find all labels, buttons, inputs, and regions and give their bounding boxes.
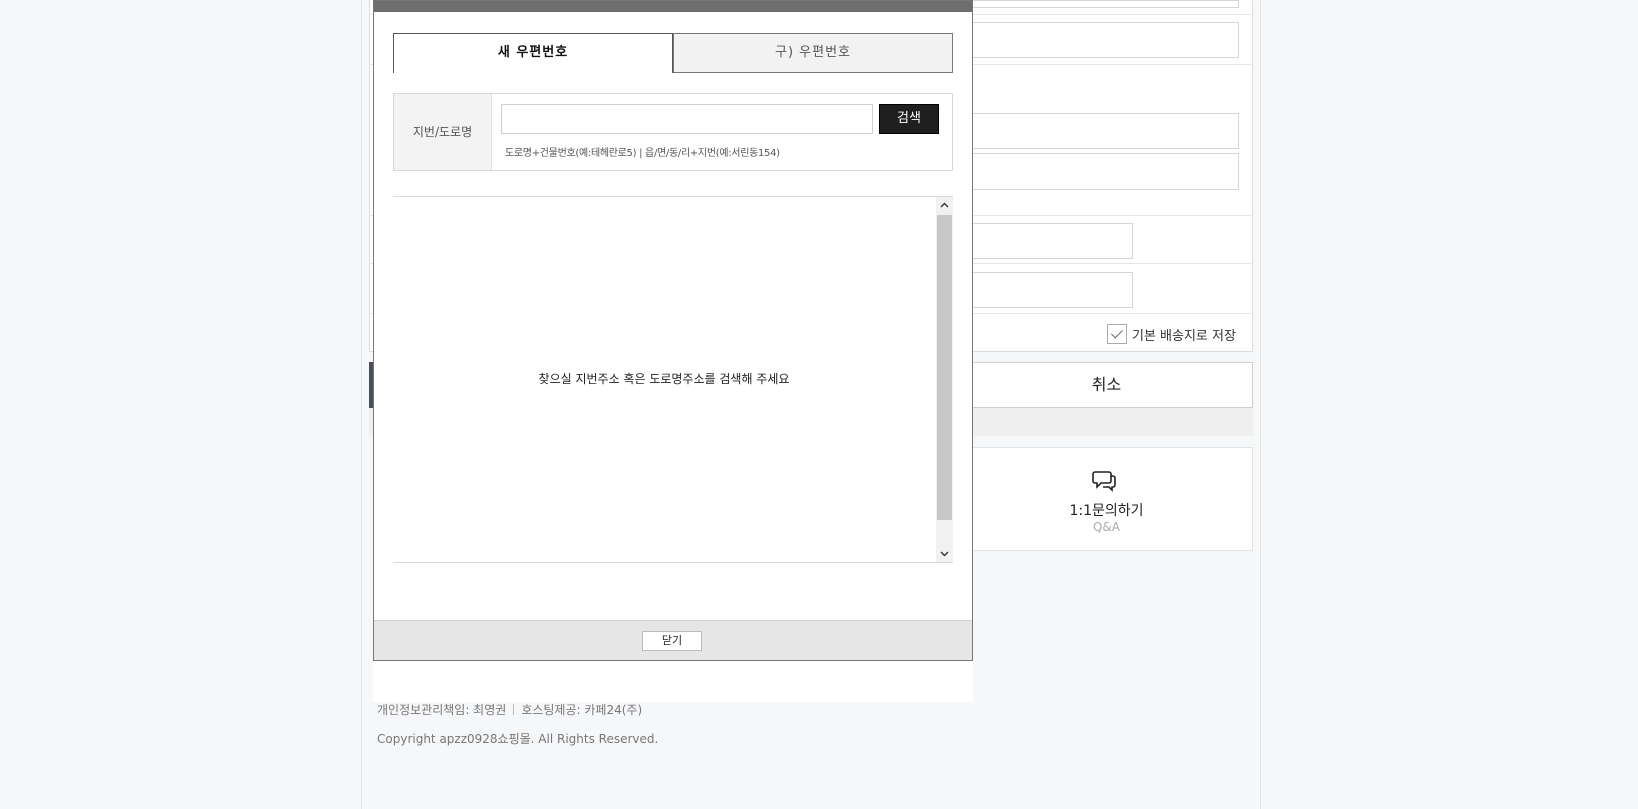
modal-title-bar bbox=[374, 1, 972, 12]
tab-new-zipcode[interactable]: 새 우편번호 bbox=[393, 33, 673, 73]
address-extra-field[interactable] bbox=[960, 153, 1239, 190]
search-button[interactable]: 검색 bbox=[879, 104, 939, 134]
chat-bubbles-icon bbox=[1092, 471, 1116, 492]
save-default-checkbox[interactable] bbox=[1107, 324, 1127, 344]
qa-link[interactable]: 1:1문의하기 Q&A bbox=[960, 447, 1253, 551]
footer-spacer bbox=[373, 660, 973, 702]
search-section: 지번/도로명 검색 도로명+건물번호(예:테헤란로5) | 읍/면/동/리+지번… bbox=[393, 93, 953, 171]
footer-separator bbox=[513, 704, 515, 715]
results-scrollbar[interactable] bbox=[936, 197, 953, 562]
search-hint: 도로명+건물번호(예:테헤란로5) | 읍/면/동/리+지번(예:서린동154) bbox=[505, 148, 780, 159]
modal-footer: 닫기 bbox=[374, 620, 972, 660]
footer-copyright: Copyright apzz0928쇼핑몰. All Rights Reserv… bbox=[377, 732, 659, 746]
zipcode-tabs: 새 우편번호 구) 우편번호 bbox=[393, 33, 953, 73]
address-field-top[interactable] bbox=[960, 0, 1239, 8]
footer-privacy: 개인정보관리책임: 최영권 bbox=[377, 703, 507, 717]
qa-subtitle: Q&A bbox=[1092, 520, 1120, 534]
footer-hosting: 호스팅제공: 카페24(주) bbox=[521, 703, 643, 717]
mobile-field[interactable] bbox=[960, 272, 1133, 308]
chevron-up-icon[interactable] bbox=[936, 197, 953, 214]
search-input[interactable] bbox=[501, 104, 873, 134]
tab-old-zipcode[interactable]: 구) 우편번호 bbox=[673, 33, 953, 73]
results-empty-message: 찾으실 지번주소 혹은 도로명주소를 검색해 주세요 bbox=[538, 372, 790, 386]
footer-info: 개인정보관리책임: 최영권 호스팅제공: 카페24(주) bbox=[377, 701, 642, 718]
scroll-thumb[interactable] bbox=[937, 215, 952, 520]
search-label: 지번/도로명 bbox=[394, 94, 492, 170]
cancel-button[interactable]: 취소 bbox=[960, 362, 1253, 408]
close-button[interactable]: 닫기 bbox=[642, 631, 702, 651]
chevron-down-icon[interactable] bbox=[936, 545, 953, 562]
address-detail-field[interactable] bbox=[960, 113, 1239, 149]
phone-field[interactable] bbox=[960, 223, 1133, 259]
zipcode-search-modal: 새 우편번호 구) 우편번호 지번/도로명 검색 도로명+건물번호(예:테헤란로… bbox=[373, 0, 973, 661]
qa-title: 1:1문의하기 bbox=[1069, 503, 1144, 519]
results-list: 찾으실 지번주소 혹은 도로명주소를 검색해 주세요 bbox=[393, 196, 953, 563]
save-default-label: 기본 배송지로 저장 bbox=[1132, 329, 1236, 344]
address-field[interactable] bbox=[960, 22, 1239, 58]
